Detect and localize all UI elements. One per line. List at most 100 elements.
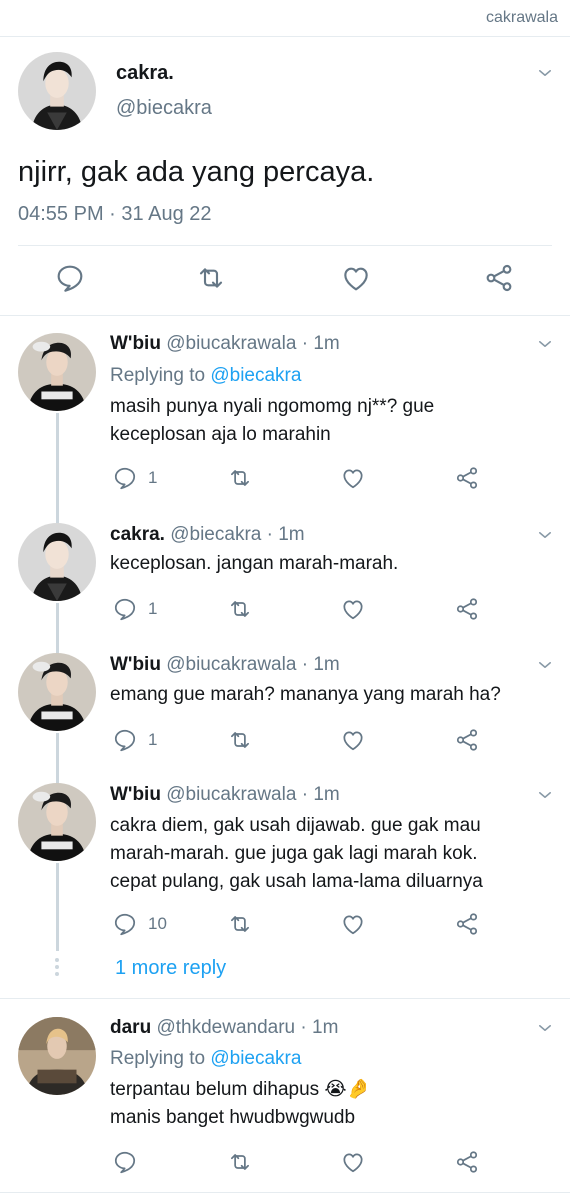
top-bar: cakrawala (0, 0, 570, 37)
like-icon[interactable] (340, 596, 366, 622)
replying-to-link[interactable]: @biecakra (210, 365, 301, 386)
reply-button[interactable]: 10 (112, 911, 167, 937)
author-handle[interactable]: @thkdewandaru (156, 1017, 295, 1038)
reply-count: 1 (148, 730, 158, 749)
reply-button[interactable]: 1 (112, 596, 157, 622)
thread-more-dots (55, 958, 59, 979)
replying-to: Replying to @biecakra (110, 365, 301, 387)
reply-time: 1m (313, 654, 340, 675)
thread-line (56, 733, 59, 785)
tweet-time: 04:55 PM (18, 203, 104, 225)
thread-line (56, 863, 59, 951)
tweet-date: 31 Aug 22 (121, 203, 212, 225)
reply-button[interactable]: 1 (112, 727, 157, 753)
avatar[interactable] (18, 1017, 96, 1095)
meta-separator: · (266, 524, 273, 545)
share-icon[interactable] (454, 596, 480, 622)
reply-count: 1 (148, 599, 158, 618)
chevron-down-icon[interactable] (536, 64, 554, 82)
thread-line (56, 603, 59, 655)
author-name[interactable]: W'biu (110, 784, 161, 805)
meta-separator: · (301, 333, 309, 354)
reply-header: daru @thkdewandaru · 1m (110, 1017, 338, 1039)
tweet-text: njirr, gak ada yang percaya. (18, 156, 375, 188)
reply-icon (112, 596, 138, 622)
share-icon[interactable] (454, 727, 480, 753)
share-icon[interactable] (454, 1149, 480, 1175)
share-icon[interactable] (483, 262, 515, 294)
like-icon[interactable] (340, 465, 366, 491)
reply-icon[interactable] (112, 1149, 138, 1175)
meta-separator: · (301, 654, 309, 675)
like-icon[interactable] (340, 1149, 366, 1175)
meta-separator: · (109, 203, 116, 225)
author-handle[interactable]: @biecakra (116, 97, 212, 120)
reply-icon (112, 911, 138, 937)
avatar[interactable] (18, 333, 96, 411)
like-icon[interactable] (340, 727, 366, 753)
like-icon[interactable] (340, 262, 372, 294)
reply-time: 1m (313, 333, 340, 354)
reply-count: 1 (148, 468, 158, 487)
chevron-down-icon[interactable] (536, 1019, 554, 1037)
replying-to-link[interactable]: @biecakra (210, 1048, 301, 1069)
reply-text: keceplosan. jangan marah-marah. (110, 553, 399, 574)
author-handle[interactable]: @biucakrawala (166, 333, 296, 354)
chevron-down-icon[interactable] (536, 526, 554, 544)
show-more-replies-link[interactable]: 1 more reply (115, 957, 226, 980)
reply-header: W'biu @biucakrawala · 1m (110, 333, 340, 355)
author-handle[interactable]: @biucakrawala (166, 784, 296, 805)
divider (18, 245, 552, 246)
reply-text: cakra diem, gak usah dijawab. gue gak ma… (110, 815, 483, 892)
chevron-down-icon[interactable] (536, 335, 554, 353)
retweet-icon[interactable] (227, 596, 253, 622)
reply-time: 1m (278, 524, 305, 545)
reply-header: W'biu @biucakrawala · 1m (110, 654, 340, 676)
author-name[interactable]: cakra. (116, 62, 174, 85)
reply-icon (112, 727, 138, 753)
reply-text: masih punya nyali ngomomg nj**? gue kece… (110, 396, 435, 445)
replying-label: Replying to (110, 1048, 211, 1069)
author-handle[interactable]: @biucakrawala (166, 654, 296, 675)
divider (0, 315, 570, 316)
reply-header: W'biu @biucakrawala · 1m (110, 784, 340, 806)
reply-count: 10 (148, 914, 167, 933)
share-icon[interactable] (454, 465, 480, 491)
avatar[interactable] (18, 783, 96, 861)
thread-line (56, 413, 59, 525)
reply-time: 1m (312, 1017, 339, 1038)
author-name[interactable]: cakra. (110, 524, 165, 545)
author-name[interactable]: W'biu (110, 333, 161, 354)
retweet-icon[interactable] (227, 465, 253, 491)
tweet-actions (0, 262, 570, 300)
divider (0, 998, 570, 999)
chevron-down-icon[interactable] (536, 656, 554, 674)
avatar[interactable] (18, 523, 96, 601)
meta-separator: · (301, 784, 309, 805)
profile-handle: cakrawala (485, 9, 558, 26)
avatar[interactable] (18, 52, 96, 130)
tweet-timestamp: 04:55 PM · 31 Aug 22 (18, 203, 212, 226)
author-handle[interactable]: @biecakra (170, 524, 261, 545)
reply-text: terpantau belum dihapus 😭🤌 manis banget … (110, 1079, 371, 1128)
retweet-icon[interactable] (227, 911, 253, 937)
reply-icon (112, 465, 138, 491)
reply-text: emang gue marah? mananya yang marah ha? (110, 684, 501, 705)
retweet-icon[interactable] (195, 262, 227, 294)
share-icon[interactable] (454, 911, 480, 937)
divider (0, 1192, 570, 1193)
reply-icon[interactable] (54, 262, 86, 294)
reply-header: cakra. @biecakra · 1m (110, 524, 305, 546)
replying-to: Replying to @biecakra (110, 1048, 301, 1070)
retweet-icon[interactable] (227, 727, 253, 753)
replying-label: Replying to (110, 365, 211, 386)
author-name[interactable]: daru (110, 1017, 151, 1038)
author-name[interactable]: W'biu (110, 654, 161, 675)
avatar[interactable] (18, 653, 96, 731)
like-icon[interactable] (340, 911, 366, 937)
retweet-icon[interactable] (227, 1149, 253, 1175)
chevron-down-icon[interactable] (536, 786, 554, 804)
reply-button[interactable]: 1 (112, 465, 157, 491)
reply-time: 1m (313, 784, 340, 805)
meta-separator: · (300, 1017, 307, 1038)
